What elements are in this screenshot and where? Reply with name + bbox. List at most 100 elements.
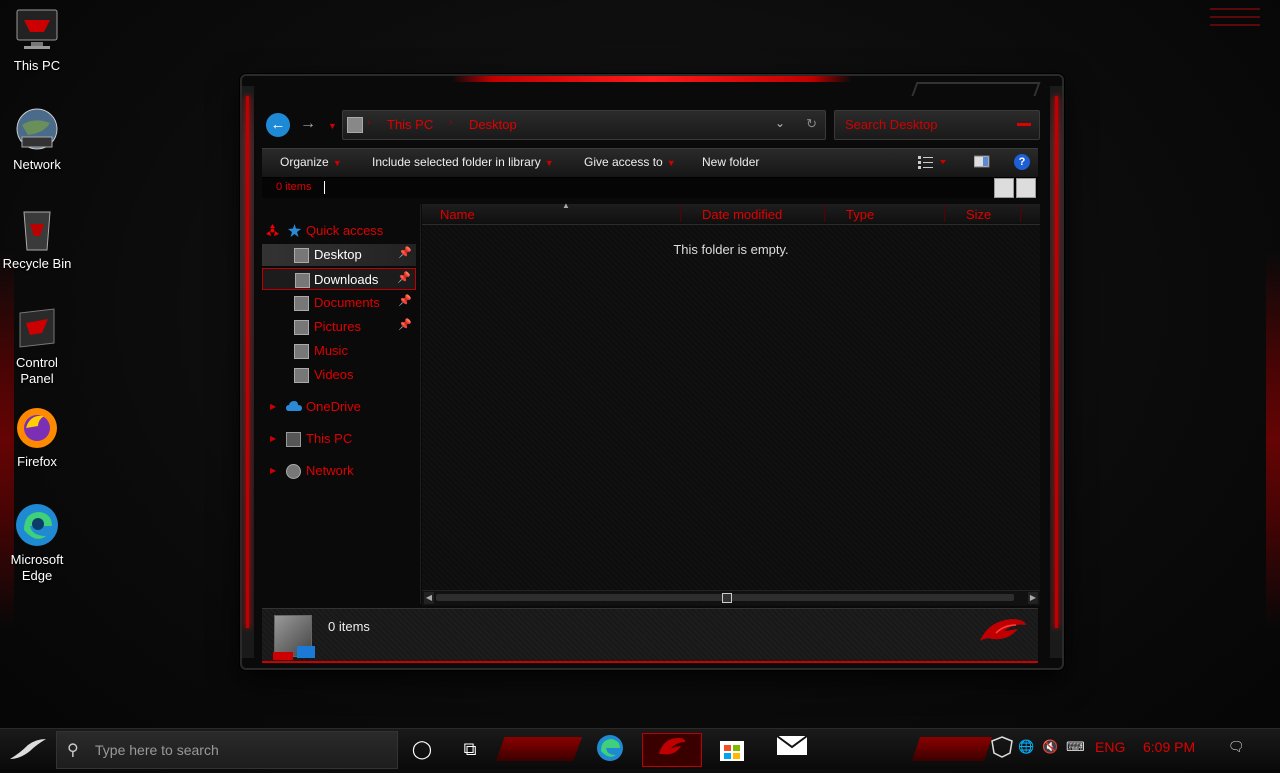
scroll-left-arrow[interactable]: ◀ xyxy=(424,592,434,604)
task-view-icon[interactable]: ⧉ xyxy=(454,733,486,765)
window-title-accent xyxy=(452,76,852,82)
include-in-library-button[interactable]: Include selected folder in library ▼ xyxy=(372,155,554,169)
right-edge-glow xyxy=(1266,250,1280,630)
column-size[interactable]: Size xyxy=(966,207,991,222)
organize-button[interactable]: Organize ▼ xyxy=(280,155,342,169)
nav-quick-access[interactable]: Quick access xyxy=(262,220,416,242)
change-view-icon[interactable] xyxy=(918,155,946,169)
rog-shield-icon[interactable] xyxy=(990,735,1014,762)
clock[interactable]: 6:09 PM xyxy=(1143,739,1195,755)
edge-icon xyxy=(14,502,60,548)
desktop-icon-firefox[interactable]: Firefox xyxy=(2,404,72,470)
notification-center-icon[interactable]: 🗨 xyxy=(1228,739,1245,755)
nav-item-pictures[interactable]: Pictures 📌 xyxy=(262,316,416,338)
taskbar-accent-right xyxy=(912,737,992,761)
item-count-strip: 0 items xyxy=(262,178,1038,198)
folder-thumbnail-icon xyxy=(273,615,315,660)
nav-label: Pictures xyxy=(314,319,361,334)
forward-button[interactable]: → xyxy=(300,115,316,133)
cloud-icon xyxy=(286,400,302,413)
edge-icon[interactable] xyxy=(594,733,626,765)
window-controls[interactable] xyxy=(911,82,1041,96)
help-icon[interactable]: ? xyxy=(1014,154,1030,170)
language-indicator[interactable]: ENG xyxy=(1095,739,1125,755)
pin-icon[interactable]: 📌 xyxy=(398,294,412,307)
nav-item-documents[interactable]: Documents 📌 xyxy=(262,292,416,314)
control-panel-icon xyxy=(14,305,60,351)
column-date-modified[interactable]: Date modified xyxy=(702,207,782,222)
nav-item-downloads[interactable]: Downloads 📌 xyxy=(262,268,416,290)
breadcrumb-desktop[interactable]: Desktop xyxy=(469,117,517,132)
desktop-icon-network[interactable]: Network xyxy=(2,107,72,173)
recent-locations-button[interactable]: ▼ xyxy=(328,121,337,131)
pane-splitter[interactable] xyxy=(420,204,421,604)
nav-item-this-pc[interactable]: ▶ This PC xyxy=(262,428,416,450)
give-access-button[interactable]: Give access to ▼ xyxy=(584,155,676,169)
nav-item-music[interactable]: Music xyxy=(262,340,416,362)
expand-arrow-icon[interactable]: ▶ xyxy=(270,466,276,475)
search-placeholder: Search Desktop xyxy=(845,117,938,132)
back-button[interactable]: ← xyxy=(266,113,290,137)
rog-app-icon[interactable] xyxy=(642,733,702,767)
desktop-icon-control-panel[interactable]: Control Panel xyxy=(2,305,72,387)
taskbar: ⚲ Type here to search ◯ ⧉ 🌐 🔇 ⌨ ENG 6:09… xyxy=(0,728,1280,769)
column-divider[interactable] xyxy=(824,206,825,222)
pin-icon[interactable]: 📌 xyxy=(398,246,412,259)
large-icons-view-icon[interactable] xyxy=(1016,178,1036,198)
horizontal-scrollbar[interactable]: ◀ ▶ xyxy=(422,590,1040,605)
nav-label: Downloads xyxy=(314,272,379,287)
scroll-right-arrow[interactable]: ▶ xyxy=(1028,592,1038,604)
store-icon[interactable] xyxy=(716,733,748,765)
this-pc-icon xyxy=(286,432,301,447)
item-count-top: 0 items xyxy=(276,181,312,193)
mail-icon[interactable] xyxy=(776,733,808,765)
address-bar[interactable]: › This PC › Desktop ⌄ ↻ xyxy=(342,110,826,140)
desktop-icon-label: Recycle Bin xyxy=(2,256,72,271)
nav-item-onedrive[interactable]: ▶ OneDrive xyxy=(262,396,416,418)
taskbar-search-input[interactable]: ⚲ Type here to search xyxy=(56,731,398,769)
nav-label: Network xyxy=(306,463,354,478)
nav-item-videos[interactable]: Videos xyxy=(262,364,416,386)
navigation-pane: Quick access Desktop 📌 Downloads 📌 Docum… xyxy=(262,204,418,604)
desktop-icon-this-pc[interactable]: This PC xyxy=(2,8,72,74)
start-button[interactable] xyxy=(6,733,50,765)
column-type[interactable]: Type xyxy=(846,207,874,222)
scrollbar-grip-icon[interactable] xyxy=(722,593,732,603)
keyboard-icon[interactable]: ⌨ xyxy=(1066,739,1085,755)
column-name[interactable]: Name xyxy=(440,207,475,222)
frame-accent-left xyxy=(246,96,249,628)
this-pc-icon xyxy=(347,117,363,133)
corner-decoration xyxy=(1210,8,1260,36)
details-view-icon[interactable] xyxy=(994,178,1014,198)
desktop-folder-icon xyxy=(294,248,309,263)
breadcrumb-separator: › xyxy=(449,117,453,128)
nav-item-desktop[interactable]: Desktop 📌 xyxy=(262,244,416,266)
file-list[interactable]: ▲ Name Date modified Type Size This fold… xyxy=(422,201,1040,606)
globe-network-icon[interactable]: 🌐 xyxy=(1018,739,1034,755)
nav-item-network[interactable]: ▶ Network xyxy=(262,460,416,482)
chevron-down-icon[interactable]: ⌄ xyxy=(775,116,785,130)
column-divider[interactable] xyxy=(1020,206,1021,222)
column-divider[interactable] xyxy=(680,206,681,222)
desktop-icon-recycle-bin[interactable]: Recycle Bin xyxy=(2,206,72,272)
details-item-count: 0 items xyxy=(328,619,370,634)
network-globe-icon xyxy=(286,464,301,479)
expand-arrow-icon[interactable]: ▶ xyxy=(270,402,276,411)
documents-folder-icon xyxy=(294,296,309,311)
explorer-window[interactable]: ← → ▼ › This PC › Desktop ⌄ ↻ Search Des… xyxy=(240,74,1064,670)
desktop-icon-edge[interactable]: Microsoft Edge xyxy=(2,502,72,584)
volume-muted-icon[interactable]: 🔇 xyxy=(1042,739,1058,755)
expand-arrow-icon[interactable]: ▶ xyxy=(270,434,276,443)
cortana-icon[interactable]: ◯ xyxy=(406,733,438,765)
pin-icon[interactable]: 📌 xyxy=(397,271,411,284)
breadcrumb-this-pc[interactable]: This PC xyxy=(387,117,433,132)
nav-label: This PC xyxy=(306,431,353,446)
search-icon xyxy=(1017,123,1031,126)
sort-ascending-icon: ▲ xyxy=(562,201,570,210)
new-folder-button[interactable]: New folder xyxy=(702,155,759,169)
pin-icon[interactable]: 📌 xyxy=(398,318,412,331)
refresh-icon[interactable]: ↻ xyxy=(806,116,817,132)
column-divider[interactable] xyxy=(944,206,945,222)
search-input[interactable]: Search Desktop xyxy=(834,110,1040,140)
preview-pane-icon[interactable] xyxy=(973,155,990,169)
